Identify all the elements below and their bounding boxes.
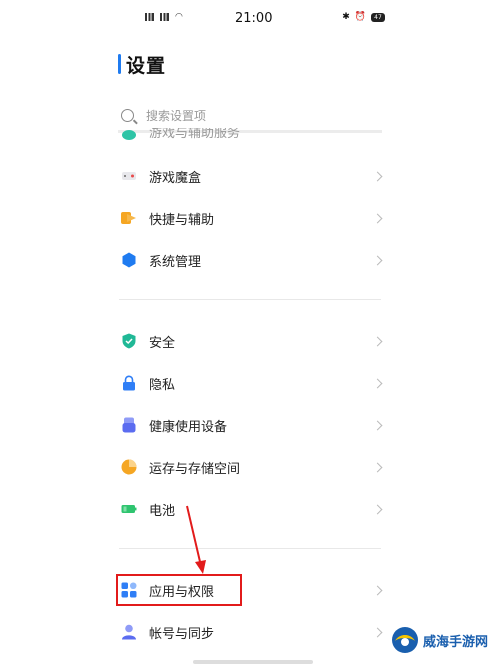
- chevron-right-icon: [372, 171, 383, 181]
- signal-icon: [145, 13, 156, 21]
- list-item-label: 游戏魔盒: [149, 170, 202, 186]
- chevron-right-icon: [372, 627, 383, 637]
- signal-icon-2: [160, 13, 171, 21]
- search-icon: [121, 108, 134, 122]
- list-item-storage[interactable]: 运存与存储空间: [105, 447, 395, 487]
- list-item-privacy[interactable]: 隐私: [105, 363, 395, 403]
- annotation-arrow-icon: [186, 505, 206, 574]
- shortcut-arrow-icon: [121, 212, 136, 224]
- list-item-label: 快捷与辅助: [149, 212, 215, 228]
- account-icon: [122, 624, 136, 640]
- system-hexagon-icon: [122, 252, 136, 268]
- list-item-account[interactable]: 帐号与同步: [105, 612, 395, 652]
- chevron-right-icon: [372, 462, 383, 472]
- search-placeholder: 搜索设置项: [146, 108, 207, 123]
- list-item-security[interactable]: 安全: [105, 321, 395, 361]
- list-item-shortcuts[interactable]: 快捷与辅助: [105, 198, 395, 238]
- health-device-icon: [122, 417, 136, 433]
- chevron-right-icon: [372, 336, 383, 346]
- alarm-icon: ⏰: [354, 12, 366, 22]
- chevron-right-icon: [372, 255, 383, 265]
- list-item-label: 帐号与同步: [149, 626, 215, 642]
- chevron-right-icon: [372, 378, 383, 388]
- page-header: 设置: [118, 52, 167, 77]
- battery-level: 47: [371, 12, 385, 22]
- shield-icon: [122, 333, 136, 349]
- chevron-right-icon: [372, 504, 383, 514]
- status-right: ✱ ⏰ 47: [342, 12, 385, 22]
- list-item-partial[interactable]: 游戏与辅助服务: [105, 128, 395, 140]
- watermark: 威海手游网: [390, 620, 494, 660]
- bluetooth-icon: ✱: [342, 12, 350, 22]
- status-bar: ◠ 21:00 ✱ ⏰ 47: [105, 0, 395, 36]
- settings-screen: ◠ 21:00 ✱ ⏰ 47 设置 搜索设置项 游戏与辅助服务 游戏魔盒 快捷与…: [105, 0, 395, 666]
- status-time: 21:00: [235, 11, 273, 26]
- home-indicator: [193, 660, 313, 664]
- teal-icon: [122, 130, 136, 140]
- title-accent-bar: [118, 54, 121, 74]
- chevron-right-icon: [372, 420, 383, 430]
- page-title: 设置: [126, 54, 167, 77]
- watermark-logo-icon: [392, 627, 418, 653]
- chevron-right-icon: [372, 213, 383, 223]
- list-item-system[interactable]: 系统管理: [105, 240, 395, 280]
- list-item-label: 游戏与辅助服务: [149, 128, 241, 140]
- list-item-game-box[interactable]: 游戏魔盒: [105, 156, 395, 196]
- list-item-battery[interactable]: 电池: [105, 489, 395, 529]
- chevron-right-icon: [372, 585, 383, 595]
- list-item-label: 隐私: [149, 377, 176, 393]
- battery-icon: [121, 505, 137, 513]
- lock-icon: [123, 375, 135, 391]
- list-item-health[interactable]: 健康使用设备: [105, 405, 395, 445]
- storage-pie-icon: [121, 459, 137, 475]
- section-divider: [119, 299, 381, 300]
- wifi-icon: ◠: [175, 12, 183, 22]
- list-item-label: 电池: [149, 503, 176, 519]
- list-item-label: 健康使用设备: [149, 419, 228, 435]
- signal-indicators: ◠: [145, 12, 183, 22]
- game-box-icon: [122, 172, 136, 180]
- watermark-text: 威海手游网: [423, 634, 489, 650]
- list-item-label: 安全: [149, 335, 176, 351]
- list-item-label: 运存与存储空间: [149, 461, 241, 477]
- section-divider: [119, 548, 381, 549]
- list-item-label: 系统管理: [149, 254, 202, 270]
